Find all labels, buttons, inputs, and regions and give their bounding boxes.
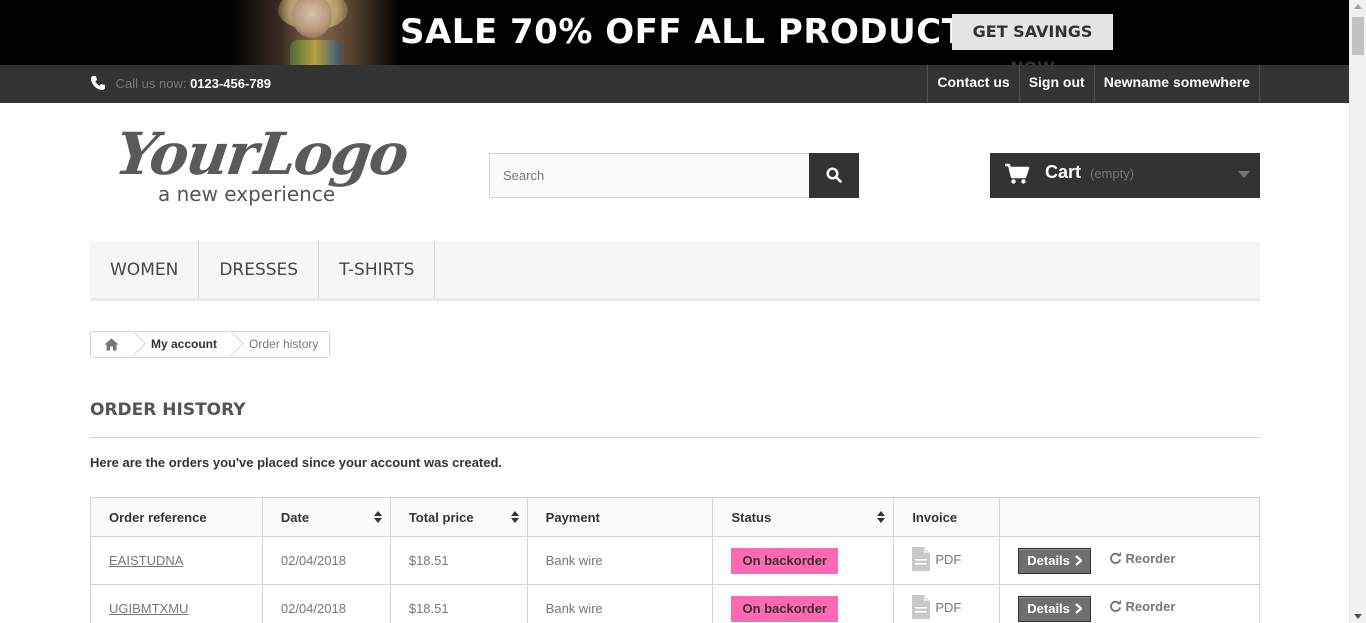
menu-item-women[interactable]: WOMEN <box>90 241 200 298</box>
main-menu: WOMEN DRESSES T-SHIRTS <box>90 241 1260 301</box>
chevron-right-icon <box>1075 554 1082 566</box>
breadcrumb: My account Order history <box>90 331 331 358</box>
file-icon <box>912 595 931 619</box>
details-button[interactable]: Details <box>1018 547 1091 574</box>
order-reference-link[interactable]: UGIBMTXMU <box>109 601 188 616</box>
reorder-label: Reorder <box>1125 598 1176 614</box>
order-date: 02/04/2018 <box>261 584 391 623</box>
cart-label: Cart <box>1045 162 1082 182</box>
order-date: 02/04/2018 <box>261 536 391 585</box>
invoice-pdf-label: PDF <box>935 551 962 567</box>
cart-quantity: (empty) <box>1090 166 1135 181</box>
reorder-label: Reorder <box>1125 550 1176 566</box>
column-header-actions <box>999 497 1260 537</box>
invoice-pdf-label: PDF <box>935 599 962 615</box>
scroll-up-arrow-icon[interactable] <box>1354 4 1362 9</box>
column-header-status[interactable]: Status <box>712 497 895 537</box>
phone-icon <box>91 76 105 90</box>
details-button-label: Details <box>1027 600 1070 616</box>
phone-number: 0123-456-789 <box>190 76 272 91</box>
cart-button[interactable]: Cart (empty) <box>990 153 1260 198</box>
search-input[interactable] <box>489 153 810 198</box>
divider <box>90 437 1260 438</box>
sort-icon <box>877 511 886 523</box>
file-icon <box>912 547 931 571</box>
table-row: EAISTUDNA 02/04/2018 $18.51 Bank wire On… <box>90 536 1260 585</box>
details-button[interactable]: Details <box>1018 595 1091 622</box>
get-savings-button[interactable]: GET SAVINGS NOW <box>952 14 1113 65</box>
breadcrumb-order-history: Order history <box>249 337 319 351</box>
status-badge: On backorder <box>731 547 838 574</box>
order-total: $18.51 <box>389 536 528 585</box>
menu-item-t-shirts[interactable]: T-SHIRTS <box>319 241 436 298</box>
page-scrollbar[interactable] <box>1349 0 1366 623</box>
promo-model-photo <box>230 0 400 65</box>
call-us: Call us now: 0123-456-789 <box>90 75 271 91</box>
table-row: UGIBMTXMU 02/04/2018 $18.51 Bank wire On… <box>90 584 1260 623</box>
user-links: Contact us Sign out Newname somewhere <box>927 65 1260 103</box>
contact-us-link[interactable]: Contact us <box>928 65 1020 103</box>
reorder-link[interactable]: Reorder <box>1109 598 1176 614</box>
logo-wordmark: YourLogo <box>111 120 412 188</box>
chevron-right-icon <box>1075 602 1082 614</box>
call-label: Call us now: <box>115 76 187 91</box>
promo-banner[interactable]: SALE 70% OFF ALL PRODUCTS GET SAVINGS NO… <box>0 0 1349 65</box>
status-badge: On backorder <box>731 595 838 622</box>
invoice-pdf-link[interactable]: PDF <box>912 547 961 571</box>
invoice-pdf-link[interactable]: PDF <box>912 595 961 619</box>
column-header-date[interactable]: Date <box>261 497 391 537</box>
chevron-down-icon <box>1238 171 1250 178</box>
sign-out-link[interactable]: Sign out <box>1020 65 1095 103</box>
top-nav-bar: Call us now: 0123-456-789 Contact us Sig… <box>0 65 1349 103</box>
page-title: ORDER HISTORY <box>90 400 246 420</box>
sort-icon <box>510 511 519 523</box>
order-payment: Bank wire <box>526 536 714 585</box>
column-header-payment: Payment <box>526 497 714 537</box>
search-button[interactable] <box>809 153 859 198</box>
cart-icon <box>1005 163 1030 184</box>
column-header-order-reference: Order reference <box>90 497 263 537</box>
table-header-row: Order reference Date Total price Payment… <box>90 497 1260 537</box>
details-button-label: Details <box>1027 552 1070 568</box>
scrollbar-thumb[interactable] <box>1352 17 1364 55</box>
column-header-total-price[interactable]: Total price <box>389 497 528 537</box>
breadcrumb-my-account[interactable]: My account <box>131 332 229 357</box>
menu-item-dresses[interactable]: DRESSES <box>199 241 320 298</box>
site-logo[interactable]: YourLogo a new experience <box>111 120 411 208</box>
sort-icon <box>373 511 382 523</box>
promo-headline: SALE 70% OFF ALL PRODUCTS <box>400 12 991 52</box>
page-intro: Here are the orders you've placed since … <box>90 455 503 470</box>
order-history-table: Order reference Date Total price Payment… <box>90 497 1260 623</box>
reorder-link[interactable]: Reorder <box>1109 550 1176 566</box>
account-name-link[interactable]: Newname somewhere <box>1095 65 1260 103</box>
refresh-icon <box>1109 599 1121 612</box>
order-reference-link[interactable]: EAISTUDNA <box>109 553 183 568</box>
refresh-icon <box>1109 551 1121 564</box>
logo-tagline: a new experience <box>158 182 336 206</box>
search-form <box>489 153 859 198</box>
column-header-invoice: Invoice <box>893 497 1001 537</box>
search-icon <box>826 167 842 183</box>
home-icon <box>104 338 118 351</box>
scroll-down-arrow-icon[interactable] <box>1354 614 1362 619</box>
order-total: $18.51 <box>389 584 528 623</box>
order-payment: Bank wire <box>526 584 714 623</box>
